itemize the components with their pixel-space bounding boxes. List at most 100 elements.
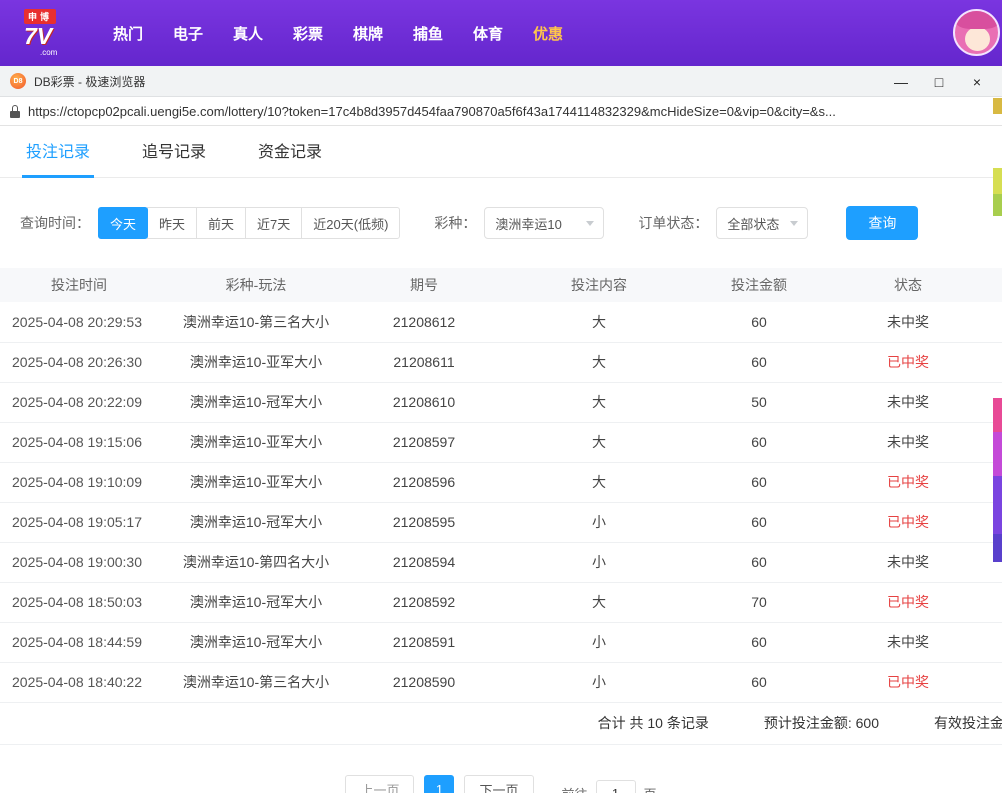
browser-url-bar[interactable]: https://ctopcp02pcali.uengi5e.com/lotter… <box>0 97 1002 126</box>
filter-bar: 查询时间： 今天 昨天 前天 近7天 近20天(低频) 彩种： 澳洲幸运10 <box>0 178 1002 268</box>
cell-bet-amount: 60 <box>704 302 814 342</box>
background-strip <box>993 98 1002 114</box>
column-header: 投注内容 <box>494 268 704 302</box>
cell-status: 未中奖 <box>814 622 1002 662</box>
nav-item[interactable]: 优惠 <box>518 23 578 44</box>
cell-bet-time: 2025-04-08 19:00:30 <box>0 542 158 582</box>
lottery-select-value: 澳洲幸运10 <box>495 214 561 233</box>
browser-window: D8 DB彩票 - 极速浏览器 — □ × https://ctopcp02pc… <box>0 66 1002 793</box>
cell-status: 未中奖 <box>814 542 1002 582</box>
column-header: 期号 <box>354 268 494 302</box>
cell-game-play: 澳洲幸运10-冠军大小 <box>158 622 354 662</box>
goto-page-input[interactable] <box>596 780 636 793</box>
lottery-select[interactable]: 澳洲幸运10 <box>484 207 604 239</box>
site-logo-main: 7V <box>24 24 52 48</box>
browser-favicon-icon: D8 <box>10 73 26 89</box>
cell-game-play: 澳洲幸运10-亚军大小 <box>158 462 354 502</box>
next-page-button[interactable]: 下一页 <box>464 775 533 793</box>
cell-game-play: 澳洲幸运10-第三名大小 <box>158 302 354 342</box>
cell-bet-time: 2025-04-08 19:10:09 <box>0 462 158 502</box>
table-row: 2025-04-08 19:05:17 澳洲幸运10-冠军大小 21208595… <box>0 502 1002 542</box>
nav-item[interactable]: 电子 <box>158 23 218 44</box>
cell-bet-amount: 60 <box>704 502 814 542</box>
goto-page: 前往 页 <box>562 775 657 793</box>
order-status-select-value: 全部状态 <box>727 214 779 233</box>
cell-bet-content: 大 <box>494 422 704 462</box>
cell-issue-number: 21208594 <box>354 542 494 582</box>
order-status-filter-label: 订单状态： <box>638 213 708 233</box>
nav-item[interactable]: 真人 <box>218 23 278 44</box>
table-body: 2025-04-08 20:29:53 澳洲幸运10-第三名大小 2120861… <box>0 302 1002 702</box>
pagination: 上一页 1 下一页 前往 页 <box>0 775 1002 793</box>
cell-game-play: 澳洲幸运10-亚军大小 <box>158 422 354 462</box>
cell-bet-amount: 60 <box>704 462 814 502</box>
browser-window-title: DB彩票 - 极速浏览器 <box>34 73 145 90</box>
cell-issue-number: 21208596 <box>354 462 494 502</box>
cell-game-play: 澳洲幸运10-第三名大小 <box>158 662 354 702</box>
cell-bet-time: 2025-04-08 19:15:06 <box>0 422 158 462</box>
table-row: 2025-04-08 18:40:22 澳洲幸运10-第三名大小 2120859… <box>0 662 1002 702</box>
cell-bet-content: 大 <box>494 582 704 622</box>
time-filter-button[interactable]: 昨天 <box>147 207 197 239</box>
tab-bar: 投注记录 追号记录 资金记录 <box>0 126 1002 178</box>
cell-game-play: 澳洲幸运10-冠军大小 <box>158 582 354 622</box>
cell-status: 已中奖 <box>814 582 1002 622</box>
cell-game-play: 澳洲幸运10-冠军大小 <box>158 382 354 422</box>
nav-item[interactable]: 体育 <box>458 23 518 44</box>
avatar-face <box>965 27 990 51</box>
background-strip <box>993 534 1002 562</box>
table-row: 2025-04-08 19:10:09 澳洲幸运10-亚军大小 21208596… <box>0 462 1002 502</box>
cell-issue-number: 21208611 <box>354 342 494 382</box>
current-page[interactable]: 1 <box>424 775 454 793</box>
cell-game-play: 澳洲幸运10-冠军大小 <box>158 502 354 542</box>
lock-icon <box>10 105 20 118</box>
user-avatar[interactable] <box>953 9 1000 56</box>
cell-bet-amount: 60 <box>704 662 814 702</box>
summary-total-records: 合计 共 10 条记录 <box>598 713 709 733</box>
cell-status: 已中奖 <box>814 462 1002 502</box>
maximize-icon[interactable]: □ <box>920 66 958 97</box>
cell-bet-amount: 50 <box>704 382 814 422</box>
page-content: 投注记录 追号记录 资金记录 查询时间： 今天 昨天 前天 近7天 近20 <box>0 126 1002 793</box>
table-row: 2025-04-08 19:15:06 澳洲幸运10-亚军大小 21208597… <box>0 422 1002 462</box>
cell-bet-time: 2025-04-08 18:40:22 <box>0 662 158 702</box>
time-filter-button[interactable]: 近7天 <box>245 207 302 239</box>
search-button[interactable]: 查询 <box>846 206 918 240</box>
site-logo-badge: 申博 <box>24 9 56 24</box>
table-header: 投注时间 彩种-玩法 期号 投注内容 投注金额 状态 <box>0 268 1002 302</box>
time-filter-button[interactable]: 前天 <box>196 207 246 239</box>
time-filter-group: 今天 昨天 前天 近7天 近20天(低频) <box>98 207 400 239</box>
nav-item[interactable]: 捕鱼 <box>398 23 458 44</box>
goto-page-label: 前往 <box>562 784 588 793</box>
cell-bet-time: 2025-04-08 20:22:09 <box>0 382 158 422</box>
tab[interactable]: 追号记录 <box>138 138 210 177</box>
cell-bet-content: 大 <box>494 382 704 422</box>
cell-issue-number: 21208591 <box>354 622 494 662</box>
table-row: 2025-04-08 20:29:53 澳洲幸运10-第三名大小 2120861… <box>0 302 1002 342</box>
site-logo[interactable]: 申博 7V .com <box>24 9 82 56</box>
cell-bet-time: 2025-04-08 18:50:03 <box>0 582 158 622</box>
cell-status: 未中奖 <box>814 382 1002 422</box>
background-strip <box>993 476 1002 534</box>
summary-bar: 合计 共 10 条记录 预计投注金额: 600 有效投注金额 <box>0 703 1002 745</box>
nav-item[interactable]: 棋牌 <box>338 23 398 44</box>
time-filter-button[interactable]: 今天 <box>98 207 148 239</box>
tab[interactable]: 资金记录 <box>254 138 326 177</box>
column-header: 状态 <box>814 268 1002 302</box>
time-filter-button[interactable]: 近20天(低频) <box>301 207 400 239</box>
nav-item[interactable]: 彩票 <box>278 23 338 44</box>
tab[interactable]: 投注记录 <box>22 138 94 177</box>
table-row: 2025-04-08 20:22:09 澳洲幸运10-冠军大小 21208610… <box>0 382 1002 422</box>
close-icon[interactable]: × <box>958 66 996 97</box>
prev-page-button[interactable]: 上一页 <box>345 775 414 793</box>
chevron-down-icon <box>586 221 594 226</box>
minimize-icon[interactable]: — <box>882 66 920 97</box>
order-status-select[interactable]: 全部状态 <box>716 207 808 239</box>
cell-game-play: 澳洲幸运10-亚军大小 <box>158 342 354 382</box>
table-row: 2025-04-08 18:50:03 澳洲幸运10-冠军大小 21208592… <box>0 582 1002 622</box>
cell-issue-number: 21208610 <box>354 382 494 422</box>
background-strip <box>993 432 1002 476</box>
cell-bet-content: 大 <box>494 342 704 382</box>
site-logo-suffix: .com <box>40 49 57 57</box>
nav-item[interactable]: 热门 <box>98 23 158 44</box>
